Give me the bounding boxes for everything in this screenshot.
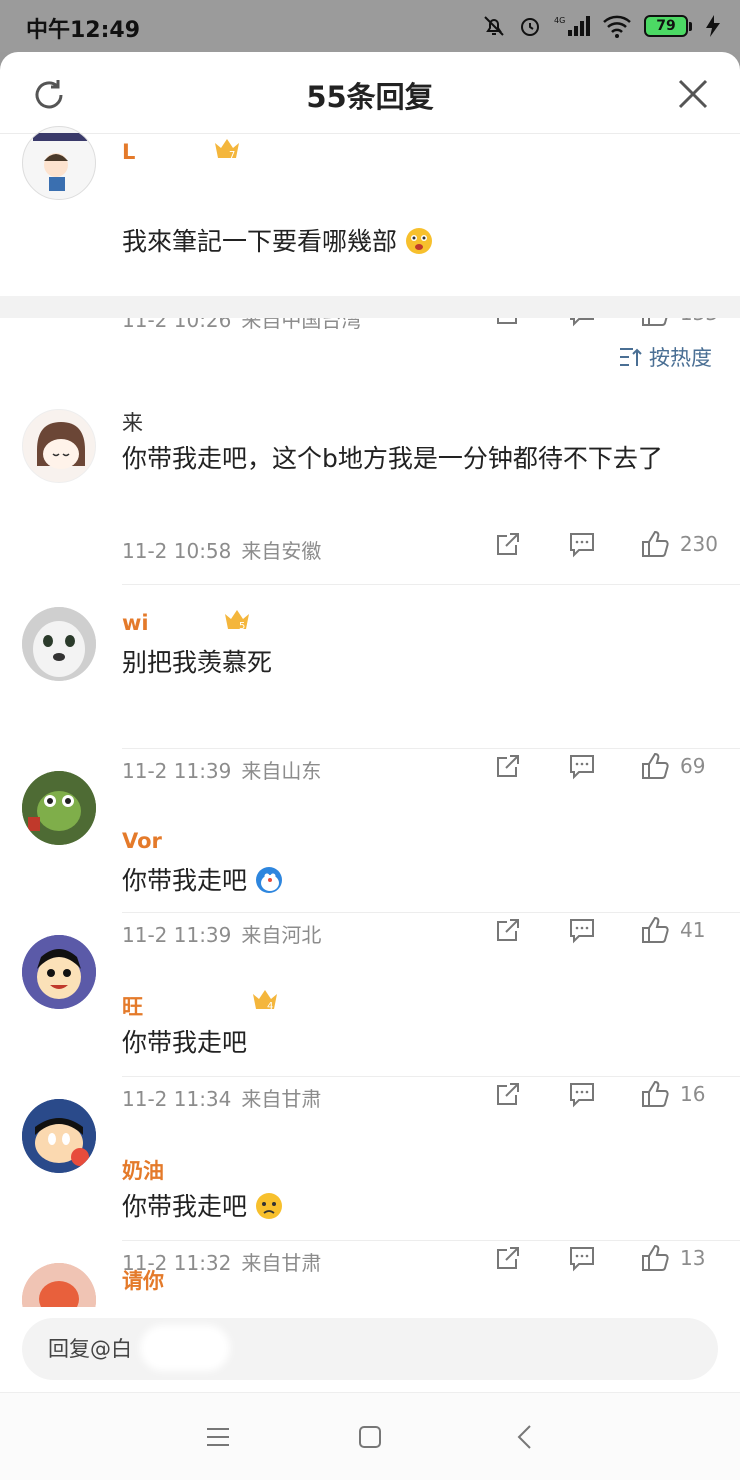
comment-text: 你带我走吧 xyxy=(122,1187,712,1227)
network-label: 4G xyxy=(554,16,565,25)
charging-icon xyxy=(706,15,720,37)
badge-level: 4 xyxy=(267,1001,273,1012)
comment-item: Vor 你带我走吧 11-2 11:39 来自河北 41 xyxy=(0,749,740,947)
comment-text: 你带我走吧 xyxy=(122,1028,248,1057)
comment-item: 来 你带我走吧，这个b地方我是一分钟都待不下去了 11-2 10:58 来自安徽 … xyxy=(0,407,740,585)
crown-badge-icon: 7 xyxy=(215,139,239,161)
home-icon[interactable] xyxy=(356,1423,384,1451)
back-icon[interactable] xyxy=(512,1423,540,1451)
replies-sheet: 55条回复 L 7 我來筆記一下要看哪幾部 11-2 10:26来自中国台湾 1… xyxy=(0,52,740,1480)
comment-item: 旺 4 你带我走吧 11-2 11:34 来自甘肃 16 xyxy=(0,913,740,1111)
username[interactable]: wi xyxy=(122,611,149,635)
avatar[interactable] xyxy=(22,1099,96,1173)
comment-date: 11-2 10:58 xyxy=(122,539,232,563)
comment-text: 别把我羡慕死 xyxy=(122,648,273,677)
comment-text: 你带我走吧，这个b地方我是一分钟都待不下去了 xyxy=(122,444,663,473)
close-icon[interactable] xyxy=(676,77,710,111)
comment-text: 我來筆記一下要看哪幾部 xyxy=(122,222,712,262)
status-bar: 中午12:49 4G 79 xyxy=(0,0,740,52)
signal-icon: 4G xyxy=(554,16,590,36)
comment-item: L 7 我來筆記一下要看哪幾部 11-2 10:26来自中国台湾 133 xyxy=(0,126,740,332)
battery-indicator: 79 xyxy=(644,15,692,37)
badge-level: 5 xyxy=(239,621,245,632)
share-icon[interactable] xyxy=(494,530,522,558)
comment-text-content: 你带我走吧 xyxy=(122,1192,248,1221)
sort-by-hot-button[interactable]: 按热度 xyxy=(619,342,712,372)
status-time: 中午12:49 xyxy=(26,18,141,43)
comment-text-content: 你带我走吧 xyxy=(122,866,248,895)
crown-badge-icon: 4 xyxy=(253,990,277,1012)
like-count: 230 xyxy=(679,532,718,556)
avatar[interactable] xyxy=(22,409,96,483)
sort-icon xyxy=(620,348,642,366)
status-icons: 4G 79 xyxy=(482,10,722,42)
comment-text-content: 我來筆記一下要看哪幾部 xyxy=(122,227,398,256)
comment-location: 来自安徽 xyxy=(241,539,322,563)
reply-area: 回复@白 xyxy=(0,1307,740,1392)
mute-bell-icon xyxy=(484,16,504,36)
avatar[interactable] xyxy=(22,1263,96,1307)
redaction-blur xyxy=(140,1325,230,1371)
sheet-header: 55条回复 xyxy=(0,52,740,134)
username[interactable]: 请你 xyxy=(122,1265,164,1295)
avatar[interactable] xyxy=(22,935,96,1009)
avatar[interactable] xyxy=(22,607,96,681)
like-button[interactable]: 230 xyxy=(640,529,718,559)
comment-bubble-icon[interactable] xyxy=(568,530,596,558)
menu-icon[interactable] xyxy=(204,1423,232,1451)
wifi-icon xyxy=(603,15,631,38)
emoji-icon xyxy=(255,1193,282,1219)
thumb-up-icon xyxy=(641,530,669,557)
page-title: 55条回复 xyxy=(306,80,434,114)
comment-text: 你带我走吧 xyxy=(122,861,712,901)
emoji-icon xyxy=(255,867,282,893)
battery-level: 79 xyxy=(644,15,688,37)
username[interactable]: 旺 xyxy=(122,991,143,1021)
emoji-icon xyxy=(405,228,432,254)
crown-badge-icon: 5 xyxy=(225,610,249,632)
comment-item: 奶油 你带我走吧 11-2 11:32 来自甘肃 13 xyxy=(0,1077,740,1275)
comment-meta: 11-2 10:58 来自安徽 xyxy=(122,535,321,564)
username[interactable]: 来 xyxy=(122,407,143,437)
section-divider xyxy=(0,296,740,318)
alarm-icon xyxy=(521,18,539,36)
sort-label: 按热度 xyxy=(649,346,712,370)
username[interactable]: L xyxy=(122,140,135,164)
comment-item: 请你 xyxy=(0,1241,740,1307)
system-nav-bar xyxy=(0,1392,740,1480)
badge-level: 7 xyxy=(229,150,235,161)
comment-actions: 230 xyxy=(494,529,718,559)
avatar[interactable] xyxy=(22,771,96,845)
reply-input[interactable]: 回复@白 xyxy=(22,1318,718,1380)
username[interactable]: Vor xyxy=(122,829,162,853)
username[interactable]: 奶油 xyxy=(122,1155,164,1185)
avatar[interactable] xyxy=(22,126,96,200)
comment-item: wi 5 别把我羡慕死 11-2 11:39 来自山东 69 xyxy=(0,585,740,783)
